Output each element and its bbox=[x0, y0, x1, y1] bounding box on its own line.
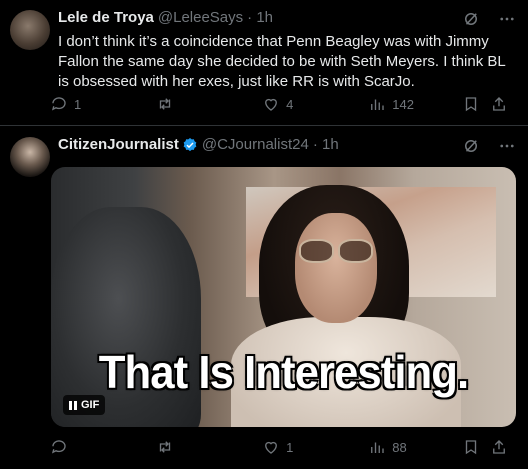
author-name[interactable]: Lele de Troya bbox=[58, 9, 154, 26]
tweet-actions: 1 88 bbox=[50, 438, 510, 456]
views-count: 88 bbox=[392, 439, 407, 455]
heart-icon bbox=[265, 441, 278, 454]
like-count: 4 bbox=[286, 96, 294, 112]
avatar[interactable] bbox=[10, 10, 50, 50]
tweet-time[interactable]: · 1h bbox=[247, 9, 273, 26]
grok-icon[interactable] bbox=[462, 10, 480, 28]
views-count: 142 bbox=[392, 96, 414, 112]
retweet-button[interactable] bbox=[156, 95, 262, 113]
views-button[interactable]: 142 bbox=[368, 95, 462, 113]
share-icon bbox=[493, 97, 506, 111]
tweet-time[interactable]: · 1h bbox=[313, 136, 339, 153]
like-button[interactable]: 1 bbox=[262, 438, 368, 456]
reply-count: 1 bbox=[74, 96, 82, 112]
tweet-actions: 1 4 142 bbox=[50, 95, 510, 113]
views-icon bbox=[371, 99, 384, 110]
reply-button[interactable] bbox=[50, 438, 156, 456]
person-face bbox=[295, 213, 377, 323]
retweet-button[interactable] bbox=[156, 438, 262, 456]
verified-badge-icon bbox=[182, 137, 198, 153]
views-button[interactable]: 88 bbox=[368, 438, 462, 456]
author-name[interactable]: CitizenJournalist bbox=[58, 136, 179, 153]
tweet[interactable]: Lele de Troya @LeleeSays · 1h I don’t th… bbox=[0, 0, 528, 126]
author-handle[interactable]: @LeleeSays bbox=[158, 9, 243, 26]
sunglasses bbox=[299, 239, 373, 263]
bookmark-button[interactable] bbox=[462, 95, 490, 113]
gif-caption: That Is Interesting. bbox=[98, 346, 469, 398]
tweet-header: CitizenJournalist @CJournalist24 · 1h bbox=[58, 136, 339, 153]
bookmark-icon bbox=[466, 440, 477, 455]
like-count: 1 bbox=[286, 439, 294, 455]
more-icon[interactable] bbox=[498, 10, 516, 28]
like-button[interactable]: 4 bbox=[262, 95, 368, 113]
bookmark-icon bbox=[466, 97, 477, 112]
share-button[interactable] bbox=[490, 95, 510, 113]
tweet[interactable]: CitizenJournalist @CJournalist24 · 1h Th… bbox=[0, 127, 528, 469]
gif-label: GIF bbox=[81, 399, 100, 411]
views-icon bbox=[371, 442, 384, 453]
reply-icon bbox=[51, 97, 66, 111]
retweet-icon bbox=[159, 441, 171, 453]
tweet-text: I don’t think it’s a coincidence that Pe… bbox=[58, 33, 506, 90]
pause-icon bbox=[69, 400, 77, 410]
tweet-top-icons bbox=[462, 10, 516, 28]
retweet-icon bbox=[159, 98, 171, 110]
bookmark-button[interactable] bbox=[462, 438, 490, 456]
grok-icon[interactable] bbox=[462, 137, 480, 155]
tweet-top-icons bbox=[462, 137, 516, 155]
share-button[interactable] bbox=[490, 438, 510, 456]
tweet-header: Lele de Troya @LeleeSays · 1h bbox=[58, 9, 273, 26]
heart-icon bbox=[265, 98, 278, 111]
gif-play-badge[interactable]: GIF bbox=[63, 395, 106, 415]
avatar[interactable] bbox=[10, 137, 50, 177]
reply-icon bbox=[51, 440, 66, 454]
reply-button[interactable]: 1 bbox=[50, 95, 156, 113]
share-icon bbox=[493, 440, 506, 454]
author-handle[interactable]: @CJournalist24 bbox=[202, 136, 309, 153]
more-icon[interactable] bbox=[498, 137, 516, 155]
gif-media[interactable]: That Is Interesting. GIF bbox=[51, 167, 516, 427]
